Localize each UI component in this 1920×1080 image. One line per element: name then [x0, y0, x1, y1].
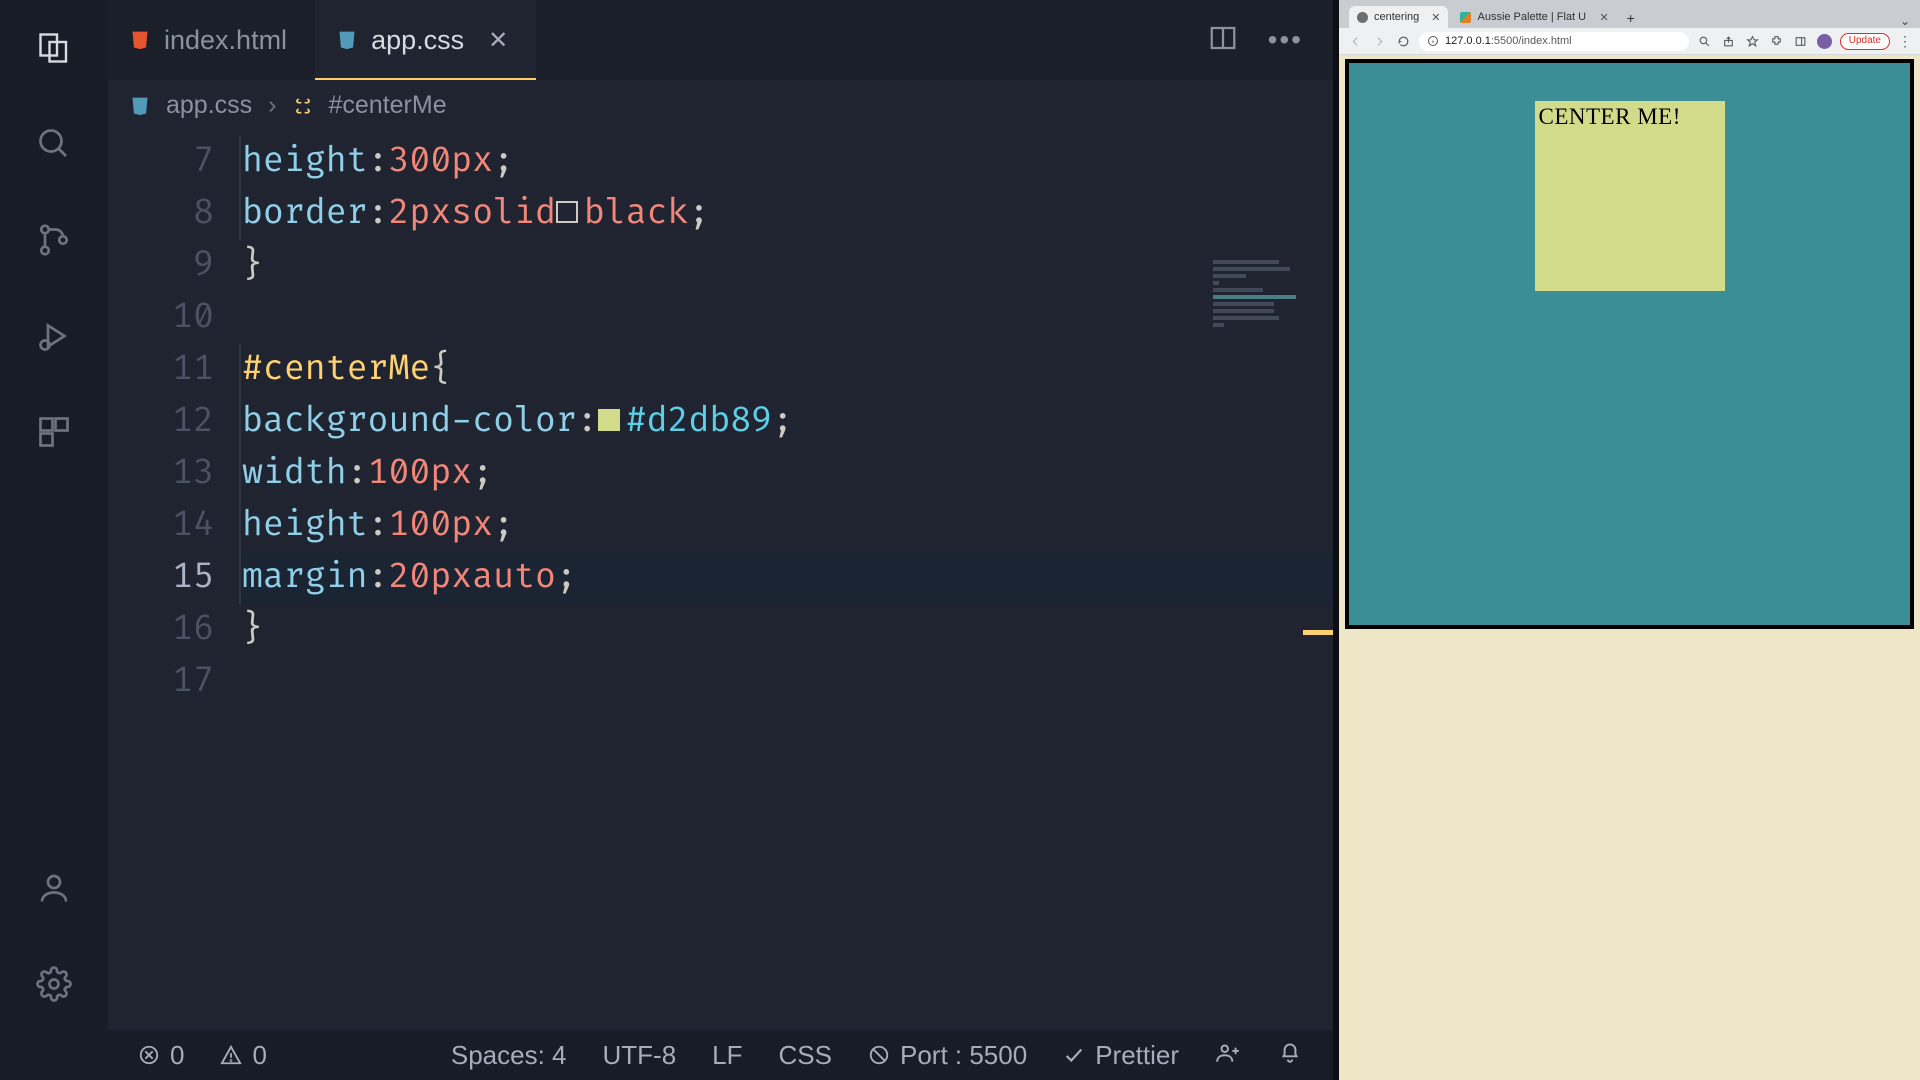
- line-number: 11: [108, 344, 214, 396]
- code-line-current: margin: 20px auto;: [242, 552, 1333, 604]
- code-line: #centerMe {: [242, 344, 1333, 396]
- update-button[interactable]: Update: [1840, 33, 1890, 50]
- overview-ruler-marker: [1303, 630, 1333, 635]
- status-spaces[interactable]: Spaces: 4: [451, 1040, 567, 1071]
- source-control-icon[interactable]: [34, 220, 74, 260]
- bell-icon[interactable]: [1277, 1039, 1303, 1072]
- address-bar[interactable]: 127.0.0.1:5500/index.html: [1419, 32, 1689, 51]
- split-editor-icon[interactable]: [1208, 23, 1238, 58]
- code-line: }: [242, 240, 1333, 292]
- site-info-icon[interactable]: [1427, 35, 1439, 47]
- share-icon[interactable]: [1721, 33, 1737, 49]
- status-bar: 0 0 Spaces: 4 UTF-8 LF CSS Port : 5500: [108, 1030, 1333, 1080]
- line-number: 15: [108, 552, 214, 604]
- tab-app-css[interactable]: app.css ✕: [315, 0, 536, 80]
- status-warnings[interactable]: 0: [220, 1040, 266, 1071]
- tab-label: app.css: [371, 25, 464, 56]
- chrome-toolbar: 127.0.0.1:5500/index.html Update ⋮: [1339, 28, 1920, 55]
- breadcrumb-file: app.css: [166, 91, 252, 120]
- chevron-down-icon[interactable]: ⌄: [1900, 14, 1914, 28]
- close-tab-icon[interactable]: ✕: [478, 26, 508, 55]
- code-editor[interactable]: 7 8 9 10 11 12 13 14 15 16 17 height: 30…: [108, 130, 1333, 1030]
- code-line: width: 100px;: [242, 448, 1333, 500]
- line-number: 16: [108, 604, 214, 656]
- line-number: 7: [108, 136, 214, 188]
- code-line: border: 2px solid black;: [242, 188, 1333, 240]
- code-line: [242, 656, 1333, 708]
- chrome-tab-aussie[interactable]: Aussie Palette | Flat UI Colo… ✕: [1452, 6, 1616, 28]
- status-language[interactable]: CSS: [779, 1040, 832, 1071]
- line-number: 17: [108, 656, 214, 708]
- profile-avatar[interactable]: [1817, 34, 1832, 49]
- status-live-server[interactable]: Port : 5500: [868, 1040, 1027, 1071]
- code-line: [242, 292, 1333, 344]
- more-menu-icon[interactable]: ⋮: [1898, 39, 1912, 43]
- vscode-window: index.html app.css ✕ ••• app.css ›: [0, 0, 1333, 1080]
- css-rule-icon: [293, 95, 313, 115]
- code-lines[interactable]: height: 300px; border: 2px solid black; …: [238, 130, 1333, 1030]
- chrome-tab-title: centering: [1374, 11, 1419, 23]
- side-panel-icon[interactable]: [1793, 33, 1809, 49]
- breadcrumb-symbol: #centerMe: [329, 91, 447, 120]
- nav-back-button[interactable]: [1347, 33, 1363, 49]
- css-file-icon: [130, 95, 150, 115]
- status-encoding[interactable]: UTF-8: [603, 1040, 677, 1071]
- minimap[interactable]: [1213, 260, 1323, 380]
- code-line: height: 300px;: [242, 136, 1333, 188]
- activity-bar: [0, 0, 108, 1080]
- editor-area: index.html app.css ✕ ••• app.css ›: [108, 0, 1333, 1080]
- explorer-icon[interactable]: [34, 28, 74, 68]
- new-tab-button[interactable]: +: [1621, 8, 1641, 28]
- line-number: 10: [108, 292, 214, 344]
- line-number: 8: [108, 188, 214, 240]
- tab-label: index.html: [164, 25, 287, 56]
- line-number: 9: [108, 240, 214, 292]
- bookmark-icon[interactable]: [1745, 33, 1761, 49]
- reload-button[interactable]: [1395, 33, 1411, 49]
- status-eol[interactable]: LF: [712, 1040, 742, 1071]
- close-tab-icon[interactable]: ✕: [1593, 11, 1608, 24]
- chrome-window: centering ✕ Aussie Palette | Flat UI Col…: [1339, 0, 1920, 1080]
- code-line: background-color: #d2db89;: [242, 396, 1333, 448]
- url-text: 127.0.0.1:5500/index.html: [1445, 35, 1572, 47]
- page-viewport: CENTER ME!: [1339, 55, 1920, 1080]
- center-me-text: CENTER ME!: [1539, 104, 1681, 129]
- extensions-icon[interactable]: [34, 412, 74, 452]
- line-number: 13: [108, 448, 214, 500]
- tab-index-html[interactable]: index.html: [108, 0, 315, 80]
- line-gutter: 7 8 9 10 11 12 13 14 15 16 17: [108, 130, 238, 1030]
- chrome-tab-title: Aussie Palette | Flat UI Colo…: [1477, 11, 1587, 23]
- extensions-icon[interactable]: [1769, 33, 1785, 49]
- more-actions-icon[interactable]: •••: [1268, 24, 1303, 56]
- settings-icon[interactable]: [34, 964, 74, 1004]
- chevron-right-icon: ›: [268, 91, 276, 120]
- editor-tabs: index.html app.css ✕ •••: [108, 0, 1333, 80]
- center-me-box: CENTER ME!: [1535, 101, 1725, 291]
- outer-box: CENTER ME!: [1345, 59, 1914, 629]
- search-icon[interactable]: [34, 124, 74, 164]
- close-tab-icon[interactable]: ✕: [1425, 11, 1440, 24]
- favicon-icon: [1460, 12, 1471, 23]
- breadcrumb[interactable]: app.css › #centerMe: [108, 80, 1333, 130]
- account-icon[interactable]: [34, 868, 74, 908]
- code-line: height: 100px;: [242, 500, 1333, 552]
- zoom-icon[interactable]: [1697, 33, 1713, 49]
- feedback-icon[interactable]: [1215, 1039, 1241, 1072]
- status-errors[interactable]: 0: [138, 1040, 184, 1071]
- line-number: 12: [108, 396, 214, 448]
- nav-forward-button[interactable]: [1371, 33, 1387, 49]
- line-number: 14: [108, 500, 214, 552]
- code-line: }: [242, 604, 1333, 656]
- status-prettier[interactable]: Prettier: [1063, 1040, 1179, 1071]
- favicon-icon: [1357, 12, 1368, 23]
- debug-icon[interactable]: [34, 316, 74, 356]
- chrome-tabstrip: centering ✕ Aussie Palette | Flat UI Col…: [1339, 0, 1920, 28]
- chrome-tab-centering[interactable]: centering ✕: [1349, 6, 1448, 28]
